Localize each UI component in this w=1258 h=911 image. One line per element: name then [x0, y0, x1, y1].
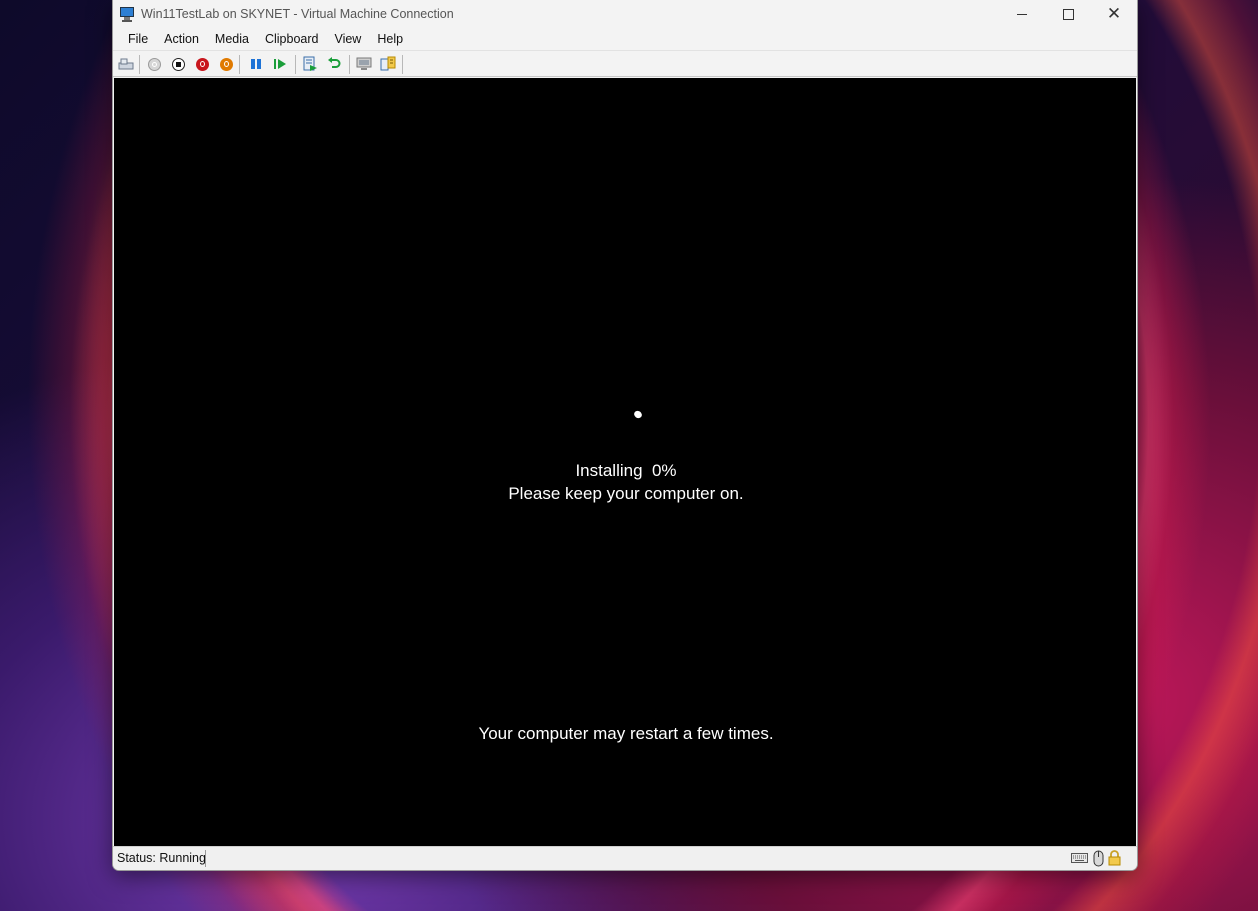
- turn-off-button[interactable]: [169, 55, 187, 73]
- ctrl-alt-del-icon: [118, 58, 134, 70]
- maximize-button[interactable]: [1045, 0, 1091, 28]
- enhanced-session-button[interactable]: [355, 55, 373, 73]
- close-icon: ✕: [1106, 4, 1122, 23]
- shut-down-button[interactable]: [193, 55, 211, 73]
- toolbar-separator: [349, 55, 350, 74]
- share-button[interactable]: [379, 55, 397, 73]
- mouse-icon: [1093, 850, 1104, 867]
- restart-notice-text: Your computer may restart a few times.: [478, 724, 774, 743]
- menu-action[interactable]: Action: [157, 28, 206, 50]
- pause-icon: [251, 59, 261, 69]
- minimize-icon: [1017, 13, 1027, 15]
- maximize-icon: [1062, 8, 1074, 20]
- power-orange-icon: [219, 57, 233, 71]
- lock-icon: [1108, 850, 1121, 866]
- vm-connection-window: Win11TestLab on SKYNET - Virtual Machine…: [113, 0, 1137, 870]
- share-icon: [380, 56, 396, 71]
- vm-display[interactable]: Installing 0% Please keep your computer …: [114, 78, 1136, 846]
- keyboard-icon: [1071, 853, 1088, 863]
- pause-button[interactable]: [247, 55, 265, 73]
- title-bar[interactable]: Win11TestLab on SKYNET - Virtual Machine…: [113, 0, 1137, 28]
- loading-spinner-icon: [632, 409, 644, 420]
- save-button[interactable]: [217, 55, 235, 73]
- power-gray-icon: [147, 57, 161, 71]
- menu-media[interactable]: Media: [208, 28, 256, 50]
- vm-connection-app-icon[interactable]: [119, 6, 135, 22]
- menu-help[interactable]: Help: [370, 28, 410, 50]
- start-button[interactable]: [145, 55, 163, 73]
- keep-computer-on-text: Please keep your computer on.: [508, 484, 744, 503]
- status-separator: [205, 850, 206, 867]
- revert-icon: [328, 57, 341, 68]
- toolbar-separator: [139, 55, 140, 74]
- ctrl-alt-del-button[interactable]: [117, 55, 135, 73]
- toolbar: [113, 50, 1137, 77]
- minimize-button[interactable]: [999, 0, 1045, 28]
- status-text: Status: Running: [117, 851, 206, 865]
- checkpoint-button[interactable]: [301, 55, 319, 73]
- window-title: Win11TestLab on SKYNET - Virtual Machine…: [141, 7, 454, 21]
- toolbar-separator: [239, 55, 240, 74]
- resume-button[interactable]: [271, 55, 289, 73]
- resume-icon: [274, 59, 286, 69]
- enhanced-session-icon: [356, 57, 372, 70]
- menu-file[interactable]: File: [121, 28, 155, 50]
- toolbar-separator: [295, 55, 296, 74]
- power-red-icon: [195, 57, 209, 71]
- stop-icon: [171, 57, 185, 71]
- close-button[interactable]: ✕: [1091, 0, 1137, 28]
- installing-progress-text: Installing 0%: [575, 461, 677, 480]
- status-bar: Status: Running: [113, 846, 1137, 870]
- revert-button[interactable]: [325, 55, 343, 73]
- menu-clipboard[interactable]: Clipboard: [258, 28, 326, 50]
- checkpoint-icon: [303, 56, 317, 71]
- menu-bar: File Action Media Clipboard View Help: [113, 28, 1137, 50]
- menu-view[interactable]: View: [327, 28, 368, 50]
- toolbar-separator: [402, 55, 403, 74]
